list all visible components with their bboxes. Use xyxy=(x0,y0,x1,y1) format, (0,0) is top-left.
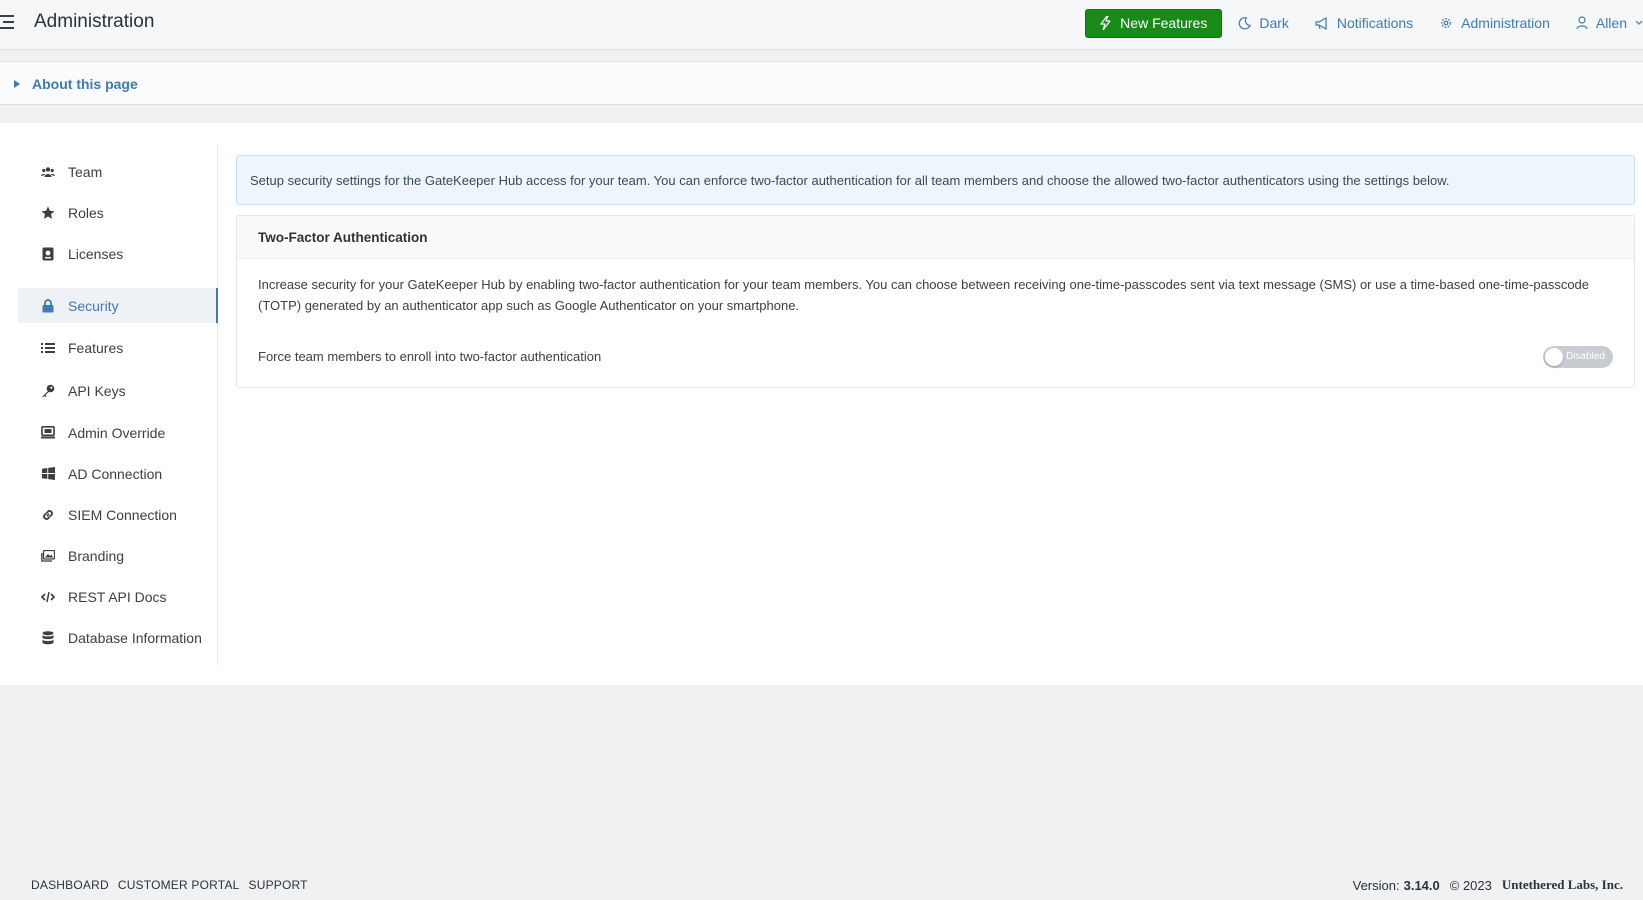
info-text: Setup security settings for the GateKeep… xyxy=(250,172,1450,188)
database-icon xyxy=(40,630,56,646)
images-icon xyxy=(40,548,56,564)
sidebar: Team Roles Licenses Security Features AP… xyxy=(18,145,218,665)
sidebar-item-branding[interactable]: Branding xyxy=(18,538,218,573)
top-nav: New Features Dark Notifications Administ… xyxy=(1085,8,1643,38)
administration-link[interactable]: Administration xyxy=(1439,15,1550,31)
about-section: About this page xyxy=(0,61,1643,105)
new-features-button[interactable]: New Features xyxy=(1085,8,1223,38)
about-this-page-toggle[interactable]: About this page xyxy=(14,62,138,106)
chevron-down-icon xyxy=(1635,20,1643,25)
link-icon xyxy=(40,507,56,523)
top-bar: Administration New Features Dark Notific… xyxy=(0,0,1643,50)
star-icon xyxy=(40,205,56,221)
users-icon xyxy=(40,164,56,180)
moon-icon xyxy=(1239,16,1252,29)
toggle-knob xyxy=(1545,348,1563,366)
card-title: Two-Factor Authentication xyxy=(258,229,428,245)
windows-icon xyxy=(40,466,56,482)
sidebar-item-team[interactable]: Team xyxy=(18,154,218,189)
sidebar-item-database-information[interactable]: Database Information xyxy=(18,620,218,655)
version-label: Version: xyxy=(1352,877,1400,893)
sidebar-item-siem-connection[interactable]: SIEM Connection xyxy=(18,497,218,532)
footer-links: DASHBOARD CUSTOMER PORTAL SUPPORT xyxy=(31,878,317,892)
lightning-icon xyxy=(1100,16,1111,30)
dark-mode-toggle[interactable]: Dark xyxy=(1238,15,1289,31)
hamburger-menu-icon[interactable] xyxy=(0,13,16,31)
sidebar-item-label: Admin Override xyxy=(68,424,166,441)
sidebar-item-admin-override[interactable]: Admin Override xyxy=(18,415,218,450)
footer-link-support[interactable]: SUPPORT xyxy=(249,878,308,892)
sidebar-item-label: SIEM Connection xyxy=(68,506,177,523)
force-2fa-label: Force team members to enroll into two-fa… xyxy=(258,348,602,364)
content-area: Setup security settings for the GateKeep… xyxy=(236,155,1635,388)
about-label: About this page xyxy=(32,76,138,92)
main-panel: Team Roles Licenses Security Features AP… xyxy=(0,123,1643,685)
sidebar-item-api-keys[interactable]: API Keys xyxy=(18,373,218,408)
card-body: Increase security for your GateKeeper Hu… xyxy=(237,259,1634,368)
administration-label: Administration xyxy=(1461,15,1550,31)
force-2fa-toggle[interactable]: Disabled xyxy=(1543,346,1613,368)
company-name: Untethered Labs, Inc. xyxy=(1501,877,1623,892)
key-icon xyxy=(40,383,56,399)
info-alert: Setup security settings for the GateKeep… xyxy=(236,155,1635,205)
dark-mode-label: Dark xyxy=(1259,15,1289,31)
sidebar-item-label: Features xyxy=(68,339,124,356)
lock-icon xyxy=(40,298,56,314)
sidebar-item-label: Roles xyxy=(68,204,104,221)
card-header: Two-Factor Authentication xyxy=(237,216,1634,259)
sidebar-item-features[interactable]: Features xyxy=(18,330,218,365)
footer-meta: Version: 3.14.0 © 2023 Untethered Labs, … xyxy=(1353,877,1623,893)
sidebar-item-label: Database Information xyxy=(68,629,202,646)
list-icon xyxy=(40,340,56,356)
footer: DASHBOARD CUSTOMER PORTAL SUPPORT Versio… xyxy=(0,868,1643,900)
sidebar-item-label: Team xyxy=(68,163,103,180)
sidebar-item-rest-api-docs[interactable]: REST API Docs xyxy=(18,579,218,614)
footer-link-customer-portal[interactable]: CUSTOMER PORTAL xyxy=(118,878,240,892)
sidebar-item-licenses[interactable]: Licenses xyxy=(18,236,218,271)
user-icon xyxy=(1576,16,1588,30)
sidebar-item-label: API Keys xyxy=(68,382,126,399)
footer-link-dashboard[interactable]: DASHBOARD xyxy=(31,878,109,892)
code-icon xyxy=(40,589,56,605)
sidebar-item-roles[interactable]: Roles xyxy=(18,195,218,230)
gear-icon xyxy=(1441,18,1452,28)
user-name: Allen xyxy=(1595,15,1627,31)
page-title: Administration xyxy=(34,11,155,32)
new-features-label: New Features xyxy=(1120,15,1208,31)
card-description: Increase security for your GateKeeper Hu… xyxy=(258,277,1590,313)
megaphone-icon xyxy=(1315,16,1327,30)
notifications-label: Notifications xyxy=(1336,15,1414,31)
caret-right-icon xyxy=(14,80,20,88)
version-number: 3.14.0 xyxy=(1403,877,1440,893)
sidebar-item-security[interactable]: Security xyxy=(18,288,218,323)
sidebar-item-label: REST API Docs xyxy=(68,588,167,605)
copyright: © 2023 xyxy=(1449,877,1492,893)
sidebar-item-ad-connection[interactable]: AD Connection xyxy=(18,456,218,491)
sidebar-item-label: Branding xyxy=(68,547,125,564)
sidebar-item-label: Security xyxy=(68,297,119,314)
notifications-link[interactable]: Notifications xyxy=(1315,15,1413,31)
license-icon xyxy=(40,246,56,262)
sidebar-item-label: Licenses xyxy=(68,245,124,262)
force-2fa-setting-row: Force team members to enroll into two-fa… xyxy=(258,344,1613,368)
user-menu[interactable]: Allen xyxy=(1576,15,1643,31)
monitor-icon xyxy=(40,425,56,441)
two-factor-card: Two-Factor Authentication Increase secur… xyxy=(236,215,1635,388)
sidebar-item-label: AD Connection xyxy=(68,465,163,482)
toggle-state-label: Disabled xyxy=(1566,351,1605,362)
